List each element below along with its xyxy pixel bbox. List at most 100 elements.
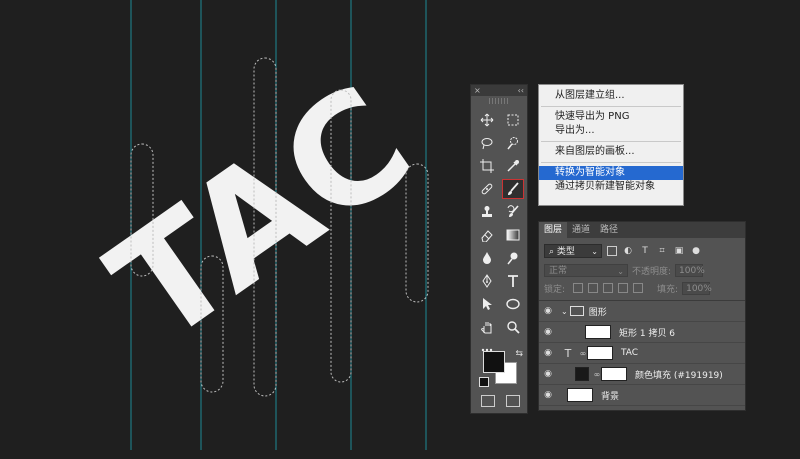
tools-panel: × ‹‹ ⇆ (470, 84, 528, 414)
eraser-icon (481, 230, 493, 242)
stamp-tool[interactable] (476, 202, 498, 222)
path-select-tool[interactable] (476, 294, 498, 314)
quick-mask-icon[interactable] (480, 395, 495, 407)
pixel-filter-icon[interactable] (607, 246, 617, 256)
lasso-tool[interactable] (476, 133, 498, 153)
eye-icon[interactable]: ◉ (539, 327, 557, 337)
menu-item-export-as[interactable]: 导出为... (539, 124, 683, 138)
hand-icon (481, 322, 492, 334)
crop-icon (480, 159, 494, 173)
hand-tool[interactable] (476, 317, 498, 337)
adjustment-filter-icon[interactable]: ◐ (622, 245, 634, 257)
filter-kind-select[interactable]: ⌕ 类型 ⌄ (544, 244, 602, 258)
layer-row-fill[interactable]: ◉ ∞ 颜色填充 (#191919) (539, 364, 745, 385)
marquee-tool[interactable] (502, 110, 524, 130)
bandage-icon (481, 183, 493, 195)
lock-icons (573, 283, 644, 293)
chevron-down-icon[interactable]: ⌄ (561, 307, 568, 316)
eye-icon[interactable]: ◉ (539, 390, 557, 400)
layer-row-text[interactable]: ◉ T ∞ TAC (539, 343, 745, 364)
chevron-down-icon: ⌄ (591, 247, 598, 256)
layer-name: 图形 (588, 307, 607, 318)
menu-item-artboard-from-layers[interactable]: 来自图层的画板... (539, 145, 683, 159)
default-colors-icon[interactable] (479, 377, 489, 387)
fill-field[interactable]: 100% (682, 281, 712, 295)
lock-label: 锁定: (544, 284, 566, 295)
menu-separator (541, 141, 681, 142)
collapse-icon[interactable]: ‹‹ (518, 85, 524, 96)
folder-icon (569, 306, 584, 316)
layer-name: 矩形 1 拷贝 6 (619, 328, 676, 339)
link-icon: ∞ (593, 369, 601, 379)
dodge-tool[interactable] (502, 248, 524, 268)
fill-color-thumbnail (575, 367, 589, 381)
quick-select-icon (507, 137, 518, 150)
blur-tool[interactable] (476, 248, 498, 268)
menu-item-group-from-layers[interactable]: 从图层建立组... (539, 89, 683, 103)
tab-layers[interactable]: 图层 (539, 222, 568, 238)
stamp-icon (482, 206, 492, 217)
layer-row-background[interactable]: ◉ 背景 (539, 385, 745, 406)
brush-tool[interactable] (502, 179, 524, 199)
link-icon: ∞ (579, 348, 587, 358)
eraser-tool[interactable] (476, 225, 498, 245)
zoom-tool[interactable] (502, 317, 524, 337)
type-tool[interactable] (502, 271, 524, 291)
tab-channels[interactable]: 通道 (567, 222, 595, 238)
arrow-icon (483, 298, 492, 310)
lock-pixels-icon[interactable] (588, 283, 599, 293)
ellipse-icon (506, 298, 520, 310)
gradient-tool[interactable] (502, 225, 524, 245)
tac-letters: TAC (82, 53, 441, 377)
pen-icon (482, 274, 492, 288)
menu-item-new-smart-object-via-copy[interactable]: 通过拷贝新建智能对象 (539, 180, 683, 194)
shape-filter-icon[interactable]: ⌗ (656, 245, 668, 257)
smart-object-filter-icon[interactable]: ▣ (673, 245, 685, 257)
lasso-icon (481, 138, 493, 150)
layer-thumbnail (585, 325, 611, 339)
healing-brush-tool[interactable] (476, 179, 498, 199)
eye-icon[interactable]: ◉ (539, 348, 557, 358)
layer-mask-thumbnail (587, 346, 613, 360)
history-brush-tool[interactable] (502, 202, 524, 222)
layer-row-group[interactable]: ◉ ⌄ 图形 (539, 301, 745, 322)
ellipse-tool[interactable] (502, 294, 524, 314)
panel-grip[interactable] (489, 98, 509, 104)
lock-all-icon[interactable] (633, 283, 644, 293)
menu-separator (541, 162, 681, 163)
layer-name: 颜色填充 (#191919) (635, 370, 723, 381)
crop-tool[interactable] (476, 156, 498, 176)
type-filter-icon[interactable]: T (639, 245, 651, 257)
foreground-color-swatch[interactable] (483, 351, 505, 373)
menu-item-convert-to-smart-object[interactable]: 转换为智能对象 (539, 166, 683, 180)
color-swatches: ⇆ (479, 349, 523, 389)
close-icon[interactable]: × (474, 85, 481, 96)
pen-tool[interactable] (476, 271, 498, 291)
fill-label: 填充: (657, 284, 679, 295)
layer-row-shape[interactable]: ◉ 矩形 1 拷贝 6 (539, 322, 745, 343)
marquee-icon (507, 114, 519, 126)
move-tool[interactable] (476, 110, 498, 130)
quick-select-tool[interactable] (502, 133, 524, 153)
filter-toggle-icon[interactable]: ● (690, 245, 702, 257)
lock-row: 锁定: 填充: 100% (539, 279, 745, 297)
blend-mode-select[interactable]: 正常 ⌄ (544, 263, 628, 277)
blend-row: 正常 ⌄ 不透明度: 100% (539, 261, 745, 279)
eyedropper-tool[interactable] (502, 156, 524, 176)
eye-icon[interactable]: ◉ (539, 306, 557, 316)
eye-icon[interactable]: ◉ (539, 369, 557, 379)
menu-separator (541, 106, 681, 107)
screen-mode-icon[interactable] (505, 395, 520, 407)
menu-item-quick-export-png[interactable]: 快速导出为 PNG (539, 110, 683, 124)
blend-mode-value: 正常 (549, 265, 568, 276)
layer-filter-row: ⌕ 类型 ⌄ ◐ T ⌗ ▣ ● (539, 241, 745, 261)
swap-colors-icon[interactable]: ⇆ (515, 349, 523, 359)
brush-icon (508, 182, 519, 195)
layer-name: TAC (621, 348, 639, 358)
lock-artboard-icon[interactable] (618, 283, 629, 293)
tab-paths[interactable]: 路径 (595, 222, 623, 238)
lock-transparent-icon[interactable] (573, 283, 584, 293)
dodge-icon (507, 252, 518, 265)
lock-position-icon[interactable] (603, 283, 614, 293)
opacity-field[interactable]: 100% (675, 263, 705, 277)
